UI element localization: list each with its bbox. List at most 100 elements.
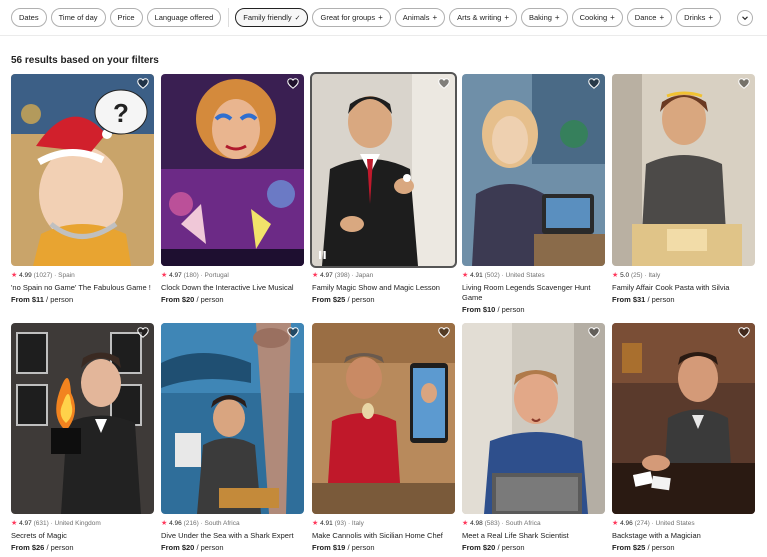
listing-price: From $31 / person: [612, 295, 755, 304]
rating: 4.91: [320, 520, 333, 527]
listing-photo[interactable]: [161, 74, 304, 266]
listing-price: From $25 / person: [312, 295, 455, 304]
listing-photo[interactable]: [161, 323, 304, 514]
rating: 5.0: [620, 272, 630, 279]
listing-meta: ★ 4.97 (631) · United Kingdom: [11, 519, 154, 527]
price-unit: / person: [647, 543, 675, 552]
listing-card[interactable]: ★ 4.98 (583) · South Africa Meet a Real …: [462, 323, 605, 552]
chip-label: Arts & writing: [457, 13, 502, 22]
country: United States: [655, 520, 695, 527]
separator: ·: [200, 272, 203, 279]
heart-icon[interactable]: [287, 78, 299, 89]
filter-arts-writing-button[interactable]: Arts & writing +: [449, 8, 517, 27]
heart-icon[interactable]: [137, 78, 149, 89]
filter-drinks-button[interactable]: Drinks +: [676, 8, 722, 27]
listing-card[interactable]: ★ 5.0 (25) · Italy Family Affair Cook Pa…: [612, 74, 755, 304]
listing-title[interactable]: Secrets of Magic: [11, 531, 154, 541]
price-unit: / person: [497, 305, 525, 314]
filter-baking-button[interactable]: Baking +: [520, 8, 568, 27]
listing-title[interactable]: Clock Down the Interactive Live Musical: [161, 283, 304, 293]
listing-price: From $20 / person: [161, 543, 304, 552]
star-icon: ★: [11, 520, 18, 527]
listing-title[interactable]: Family Affair Cook Pasta with Silvia: [612, 283, 755, 293]
rating: 4.98: [470, 520, 483, 527]
plus-icon: +: [610, 13, 615, 22]
separator: ·: [501, 520, 504, 527]
listing-meta: ★ 4.99 (1027) · Spain: [11, 271, 154, 279]
listing-price: From $20 / person: [161, 295, 304, 304]
listing-photo[interactable]: [462, 74, 605, 266]
chevron-down-icon: [742, 16, 748, 21]
filter-time-of-day-button[interactable]: Time of day: [50, 8, 106, 27]
listing-card[interactable]: ? ★ 4.99 (1027) · Spain 'no Spain no Gam…: [11, 74, 154, 304]
filter-animals-button[interactable]: Animals +: [394, 8, 446, 27]
listing-title[interactable]: Dive Under the Sea with a Shark Expert: [161, 531, 304, 541]
listing-photo[interactable]: [462, 323, 605, 514]
filter-price-button[interactable]: Price: [109, 8, 143, 27]
filter-dates-button[interactable]: Dates: [11, 8, 47, 27]
more-filters-button[interactable]: [737, 10, 753, 26]
heart-icon[interactable]: [588, 327, 600, 338]
listing-title[interactable]: Meet a Real Life Shark Scientist: [462, 531, 605, 541]
listing-photo[interactable]: [612, 74, 755, 266]
review-count: (274): [634, 520, 650, 527]
price-unit: / person: [347, 295, 375, 304]
listing-card[interactable]: ★ 4.96 (216) · South Africa Dive Under t…: [161, 323, 304, 552]
listing-photo-image: [11, 323, 154, 514]
heart-icon[interactable]: [287, 327, 299, 338]
listing-photo[interactable]: [612, 323, 755, 514]
listing-card[interactable]: ★ 4.91 (502) · United States Living Room…: [462, 74, 605, 314]
listing-photo-image: [612, 74, 755, 266]
listing-meta: ★ 4.97 (398) · Japan: [312, 271, 455, 279]
price-from: From $11: [11, 295, 44, 304]
separator: ·: [351, 272, 354, 279]
price-from: From $20: [161, 295, 195, 304]
check-icon: ✓: [294, 14, 301, 22]
separator: ·: [50, 520, 53, 527]
listing-card[interactable]: ★ 4.97 (180) · Portugal Clock Down the I…: [161, 74, 304, 304]
filter-family-friendly-button[interactable]: Family friendly ✓: [235, 8, 309, 27]
heart-icon[interactable]: [738, 327, 750, 338]
heart-icon[interactable]: [438, 78, 450, 89]
review-count: (93): [334, 520, 347, 527]
listing-card[interactable]: ★ 4.91 (93) · Italy Make Cannolis with S…: [312, 323, 455, 552]
listing-photo-image: ?: [11, 74, 154, 266]
listing-photo[interactable]: [312, 323, 455, 514]
star-icon: ★: [612, 272, 619, 279]
review-count: (216): [183, 520, 199, 527]
heart-icon[interactable]: [738, 78, 750, 89]
listing-photo[interactable]: [310, 72, 457, 268]
chip-label: Drinks: [684, 13, 706, 22]
listing-card[interactable]: ★ 4.97 (631) · United Kingdom Secrets of…: [11, 323, 154, 552]
country: United States: [505, 272, 545, 279]
pause-icon[interactable]: [319, 251, 326, 259]
filter-dance-button[interactable]: Dance +: [626, 8, 673, 27]
separator: ·: [501, 272, 504, 279]
listing-title[interactable]: Make Cannolis with Sicilian Home Chef: [312, 531, 455, 541]
filter-great-for-groups-button[interactable]: Great for groups +: [312, 8, 391, 27]
listing-meta: ★ 4.98 (583) · South Africa: [462, 519, 605, 527]
listing-card[interactable]: ★ 4.96 (274) · United States Backstage w…: [612, 323, 755, 552]
price-unit: / person: [347, 543, 375, 552]
heart-icon[interactable]: [137, 327, 149, 338]
listing-photo-image: [312, 74, 455, 266]
country: Japan: [355, 272, 374, 279]
heart-icon[interactable]: [438, 327, 450, 338]
price-unit: / person: [497, 543, 525, 552]
plus-icon: +: [504, 13, 509, 22]
listing-photo[interactable]: [11, 323, 154, 514]
rating: 4.97: [169, 272, 182, 279]
heart-icon[interactable]: [588, 78, 600, 89]
filter-language-button[interactable]: Language offered: [146, 8, 222, 27]
filter-chips: Dates Time of day Price Language offered…: [11, 8, 725, 27]
listing-photo[interactable]: ?: [11, 74, 154, 266]
listing-card[interactable]: ★ 4.97 (398) · Japan Family Magic Show a…: [310, 72, 457, 304]
listing-title[interactable]: Living Room Legends Scavenger Hunt Game: [462, 283, 605, 303]
listing-title[interactable]: Backstage with a Magician: [612, 531, 755, 541]
filter-cooking-button[interactable]: Cooking +: [571, 8, 623, 27]
separator: ·: [347, 520, 351, 527]
rating: 4.99: [19, 272, 32, 279]
separator: ·: [644, 272, 647, 279]
listing-title[interactable]: 'no Spain no Game' The Fabulous Game !: [11, 283, 154, 293]
listing-title[interactable]: Family Magic Show and Magic Lesson: [312, 283, 455, 293]
